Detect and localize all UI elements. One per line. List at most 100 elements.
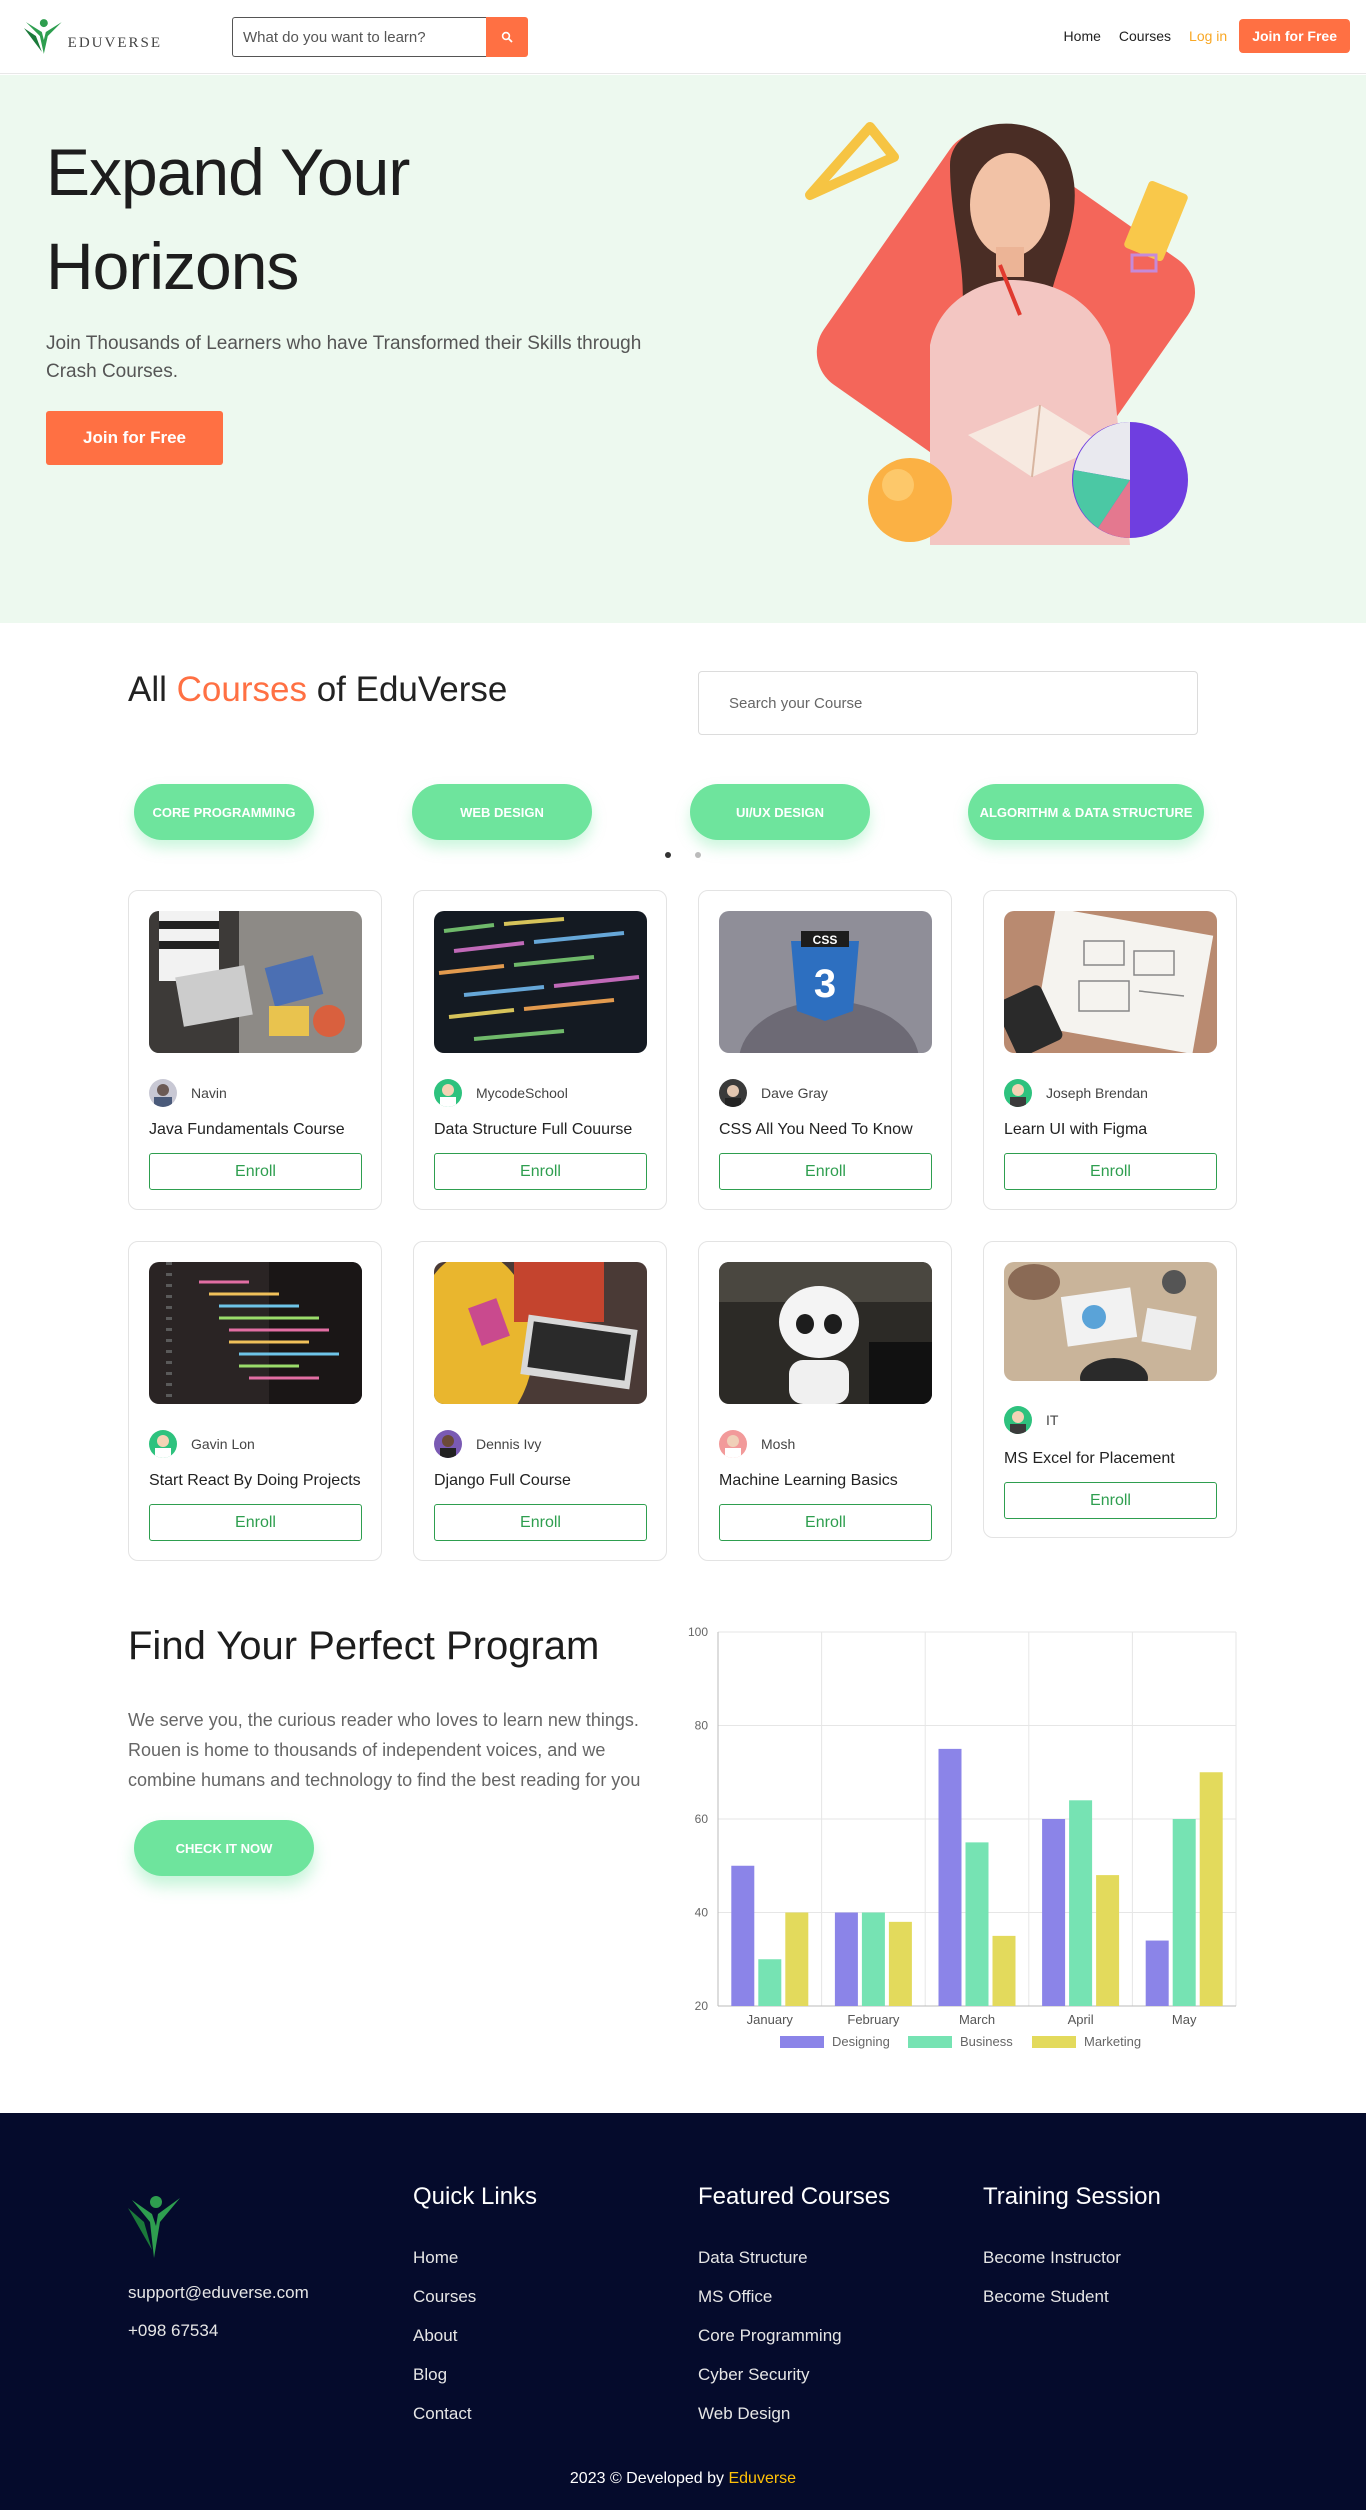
courses-title: All Courses of EduVerse (128, 670, 507, 710)
navbar: EDUVERSE Home Courses Log in Join for Fr… (0, 0, 1366, 74)
chart-bar (731, 1865, 755, 2006)
carousel-dot-active[interactable] (665, 852, 671, 858)
footer-link-ms-office[interactable]: MS Office (698, 2287, 890, 2326)
logo[interactable]: EDUVERSE (22, 14, 162, 58)
avatar (434, 1430, 462, 1458)
chart-legend-swatch (1032, 2036, 1076, 2048)
category-core-programming[interactable]: Core Programming (134, 784, 314, 840)
enroll-button[interactable]: Enroll (1004, 1153, 1217, 1190)
category-algorithm[interactable]: Algorithm & Data Structure (968, 784, 1204, 840)
check-it-now-button[interactable]: CHECK IT NOW (134, 1820, 314, 1876)
author-name: Mosh (761, 1436, 796, 1452)
course-thumbnail[interactable] (149, 911, 362, 1053)
hero-subtitle: Join Thousands of Learners who have Tran… (46, 333, 642, 382)
chart-y-tick-label: 100 (688, 1625, 708, 1639)
enroll-button[interactable]: Enroll (719, 1504, 932, 1541)
course-thumbnail[interactable]: CSS 3 (719, 911, 932, 1053)
carousel-dot[interactable] (695, 852, 701, 858)
triangle-shape (805, 122, 899, 200)
course-name[interactable]: Learn UI with Figma (1004, 1121, 1147, 1139)
footer-link-about[interactable]: About (413, 2326, 537, 2365)
course-name[interactable]: Java Fundamentals Course (149, 1121, 345, 1139)
category-web-design[interactable]: Web Design (412, 784, 592, 840)
program-text: We serve you, the curious reader who lov… (128, 1710, 641, 1790)
course-thumbnail[interactable] (1004, 911, 1217, 1053)
chart-bar (785, 1912, 809, 2006)
enroll-button[interactable]: Enroll (719, 1153, 932, 1190)
chart-bar (1172, 1819, 1196, 2006)
course-author: Joseph Brendan (1004, 1079, 1148, 1107)
chart-x-tick-label: April (1068, 2012, 1094, 2027)
footer-link-contact[interactable]: Contact (413, 2404, 537, 2443)
chart-bar (1145, 1940, 1169, 2006)
course-name[interactable]: Django Full Course (434, 1472, 571, 1490)
avatar (719, 1079, 747, 1107)
course-name[interactable]: CSS All You Need To Know (719, 1121, 913, 1139)
program-bar-chart: 20 40 60 80 100 January February March April May D… (688, 1625, 1237, 2049)
orange-sphere-shape (868, 458, 952, 542)
course-author: Gavin Lon (149, 1430, 255, 1458)
enroll-button[interactable]: Enroll (1004, 1482, 1217, 1519)
footer-link-core-programming[interactable]: Core Programming (698, 2326, 890, 2365)
category-carousel: Core Programming Web Design UI/UX Design… (0, 784, 1366, 840)
course-search-input[interactable] (698, 671, 1198, 735)
login-link[interactable]: Log in (1189, 28, 1227, 44)
footer-link-home[interactable]: Home (413, 2248, 537, 2287)
join-button[interactable]: Join for Free (1239, 19, 1350, 53)
course-card: Gavin Lon Start React By Doing Projects … (128, 1241, 382, 1561)
search-button[interactable] (486, 17, 528, 57)
footer-phone[interactable]: +098 67534 (128, 2321, 218, 2341)
enroll-button[interactable]: Enroll (149, 1153, 362, 1190)
category-uiux-design[interactable]: UI/UX Design (690, 784, 870, 840)
course-thumbnail[interactable] (719, 1262, 932, 1404)
course-thumbnail[interactable] (434, 1262, 647, 1404)
course-name[interactable]: Start React By Doing Projects (149, 1472, 361, 1490)
search-input[interactable] (232, 17, 486, 57)
avatar (1004, 1079, 1032, 1107)
author-name: MycodeSchool (476, 1085, 568, 1101)
footer-email[interactable]: support@eduverse.com (128, 2283, 309, 2303)
copyright-text: 2023 © Developed by (569, 2470, 725, 2487)
course-author: Navin (149, 1079, 227, 1107)
footer-link-become-instructor[interactable]: Become Instructor (983, 2248, 1161, 2287)
enroll-button[interactable]: Enroll (434, 1504, 647, 1541)
footer-link-web-design[interactable]: Web Design (698, 2404, 890, 2443)
nav-link-courses[interactable]: Courses (1119, 28, 1171, 44)
footer-link-data-structure[interactable]: Data Structure (698, 2248, 890, 2287)
top-search (232, 17, 528, 57)
avatar (434, 1079, 462, 1107)
author-name: IT (1046, 1412, 1059, 1428)
hero-section: Expand Your Horizons Join Thousands of L… (0, 75, 1366, 623)
svg-text:CSS: CSS (813, 933, 838, 947)
footer-link-blog[interactable]: Blog (413, 2365, 537, 2404)
course-name[interactable]: MS Excel for Placement (1004, 1450, 1175, 1468)
chart-bar (992, 1935, 1016, 2006)
chart-bar (1069, 1800, 1093, 2006)
enroll-button[interactable]: Enroll (149, 1504, 362, 1541)
course-name[interactable]: Data Structure Full Couurse (434, 1121, 632, 1139)
course-thumbnail[interactable] (434, 911, 647, 1053)
hero-illustration (805, 122, 1196, 545)
yellow-block-shape (1124, 180, 1188, 262)
chart-bar (1042, 1819, 1066, 2006)
footer-link-become-student[interactable]: Become Student (983, 2287, 1161, 2326)
hero-join-button[interactable]: Join for Free (46, 411, 223, 465)
footer-link-courses[interactable]: Courses (413, 2287, 537, 2326)
enroll-button[interactable]: Enroll (434, 1153, 647, 1190)
avatar (149, 1430, 177, 1458)
chart-legend-label: Business (960, 2034, 1013, 2049)
chart-bar (938, 1748, 962, 2006)
course-name[interactable]: Machine Learning Basics (719, 1472, 898, 1490)
course-thumbnail[interactable] (1004, 1262, 1217, 1381)
footer-col-title: Featured Courses (698, 2183, 891, 2210)
chart-x-tick-label: May (1172, 2012, 1197, 2027)
copyright-brand[interactable]: Eduverse (728, 2470, 796, 2487)
course-thumbnail[interactable] (149, 1262, 362, 1404)
author-name: Gavin Lon (191, 1436, 255, 1452)
course-card: CSS 3 Dave Gray CSS All You Need To Know … (698, 890, 952, 1210)
footer-quick-links: Quick Links Home Courses About Blog Cont… (413, 2183, 537, 2443)
course-card: MycodeSchool Data Structure Full Couurse… (413, 890, 667, 1210)
chart-bar (861, 1912, 885, 2006)
footer-link-cyber-security[interactable]: Cyber Security (698, 2365, 890, 2404)
nav-link-home[interactable]: Home (1064, 28, 1101, 44)
